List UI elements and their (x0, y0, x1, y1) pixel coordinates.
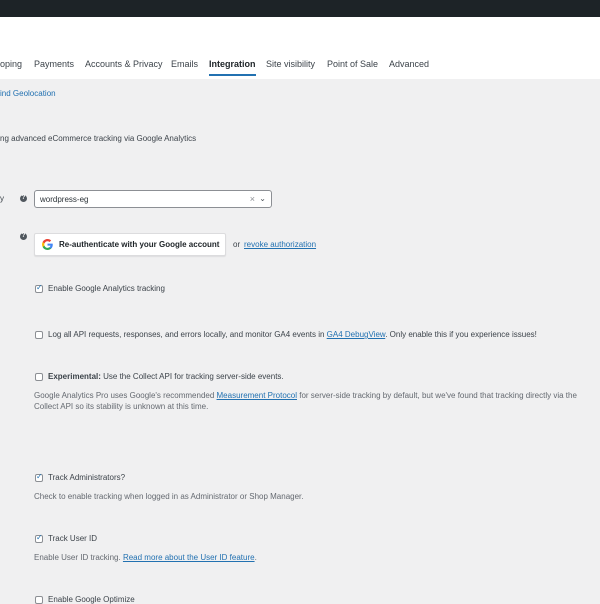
track-administrators-description: Check to enable tracking when logged in … (34, 492, 304, 501)
track-user-id-desc-after: . (254, 553, 257, 562)
enable-tracking-label[interactable]: Enable Google Analytics tracking (48, 284, 165, 293)
track-user-id-checkbox[interactable]: ✓ (35, 533, 43, 543)
reauthenticate-button-label: Re-authenticate with your Google account (59, 240, 220, 249)
clear-icon[interactable]: × (250, 194, 255, 204)
experimental-desc-before: Google Analytics Pro uses Google's recom… (34, 391, 217, 400)
tab-emails[interactable]: Emails (171, 58, 198, 93)
checkmark-icon: ✓ (36, 472, 43, 481)
measurement-protocol-link[interactable]: Measurement Protocol (217, 391, 297, 400)
log-requests-text-before: Log all API requests, responses, and err… (48, 330, 327, 339)
experimental-label-text: Use the Collect API for tracking server-… (100, 372, 284, 381)
tab-integration[interactable]: Integration (209, 58, 256, 76)
tab-point-of-sale[interactable]: Point of Sale (327, 58, 378, 93)
google-g-icon (42, 239, 53, 250)
section-intro-text: ng advanced eCommerce tracking via Googl… (0, 134, 197, 143)
property-select-value: wordpress-eg (40, 195, 89, 204)
property-select[interactable]: wordpress-eg × ⌄ (34, 190, 272, 208)
reauthenticate-google-button[interactable]: Re-authenticate with your Google account (34, 233, 226, 256)
revoke-authorization-link[interactable]: revoke authorization (244, 240, 316, 249)
track-user-id-description: Enable User ID tracking. Read more about… (34, 553, 257, 562)
experimental-collect-api-checkbox[interactable] (35, 373, 43, 381)
checkmark-icon: ✓ (36, 533, 43, 542)
field-label-fragment: y (0, 194, 4, 203)
enable-google-optimize-checkbox[interactable] (35, 596, 43, 604)
log-requests-label[interactable]: Log all API requests, responses, and err… (48, 330, 537, 339)
track-administrators-label[interactable]: Track Administrators? (48, 473, 125, 482)
checkmark-icon: ✓ (36, 283, 43, 292)
help-icon[interactable]: ? (20, 233, 27, 240)
enable-tracking-checkbox[interactable]: ✓ (35, 283, 43, 293)
experimental-bold-label: Experimental: (48, 372, 101, 381)
tab-site-visibility[interactable]: Site visibility (266, 58, 315, 93)
chevron-down-icon[interactable]: ⌄ (259, 194, 266, 203)
help-icon[interactable]: ? (20, 195, 27, 202)
user-id-feature-link[interactable]: Read more about the User ID feature (123, 553, 255, 562)
ga4-debugview-link[interactable]: GA4 DebugView (327, 330, 386, 339)
experimental-description-line2: Collect API so its stability is unknown … (34, 402, 209, 411)
log-requests-text-after: . Only enable this if you experience iss… (385, 330, 537, 339)
settings-tabs: oping Payments Accounts & Privacy Emails… (0, 17, 600, 79)
experimental-description-line1: Google Analytics Pro uses Google's recom… (34, 391, 577, 400)
subsection-link-geolocation[interactable]: ind Geolocation (0, 89, 56, 98)
tab-payments[interactable]: Payments (34, 58, 74, 93)
experimental-desc-after: for server-side tracking by default, but… (297, 391, 577, 400)
tab-shipping[interactable]: oping (0, 58, 22, 93)
track-user-id-label[interactable]: Track User ID (48, 534, 97, 543)
track-user-id-desc-before: Enable User ID tracking. (34, 553, 123, 562)
auth-or-text: or (233, 240, 241, 249)
log-requests-checkbox[interactable] (35, 331, 43, 339)
experimental-collect-api-label[interactable]: Experimental: Use the Collect API for tr… (48, 372, 284, 381)
admin-top-bar (0, 0, 600, 17)
track-administrators-checkbox[interactable]: ✓ (35, 472, 43, 482)
tab-accounts-privacy[interactable]: Accounts & Privacy (85, 58, 163, 93)
tab-advanced[interactable]: Advanced (389, 58, 429, 93)
